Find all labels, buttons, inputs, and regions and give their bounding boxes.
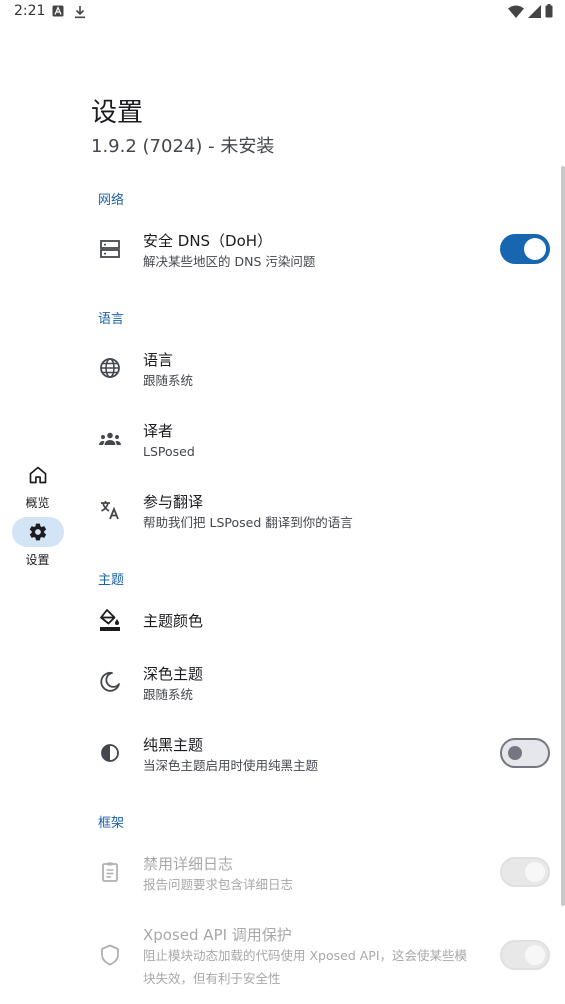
section-header-network: 网络 — [98, 193, 125, 208]
toggle-knob — [524, 238, 546, 260]
pref-language[interactable]: 语言 跟随系统 — [90, 337, 565, 399]
moon-icon — [100, 671, 120, 692]
signal-icon — [528, 4, 541, 18]
pref-translate-title: 参与翻译 — [143, 493, 204, 511]
status-time: 2:21 — [14, 3, 46, 19]
toggle-knob — [525, 862, 545, 882]
pref-dark-theme[interactable]: 深色主题 跟随系统 — [90, 651, 565, 713]
pref-xposed-api[interactable]: Xposed API 调用保护 阻止模块动态加载的代码使用 Xposed API… — [90, 912, 565, 996]
pref-doh-title: 安全 DNS（DoH） — [143, 232, 273, 250]
pref-black-theme-title: 纯黑主题 — [143, 736, 204, 754]
font-a-icon — [52, 5, 64, 17]
verbose-log-toggle[interactable] — [500, 857, 550, 887]
dns-icon — [100, 240, 120, 258]
pref-xposed-api-summary-line1: 阻止模块动态加载的代码使用 Xposed API，这会使某些模 — [143, 948, 468, 963]
page-title: 设置 — [91, 98, 144, 128]
shield-icon — [101, 944, 119, 966]
pref-doh[interactable]: 安全 DNS（DoH） 解决某些地区的 DNS 污染问题 — [90, 218, 565, 280]
pref-dark-theme-title: 深色主题 — [143, 665, 204, 683]
pref-black-theme-summary: 当深色主题启用时使用纯黑主题 — [143, 758, 319, 773]
group-icon — [99, 432, 121, 445]
pref-verbose-log-summary: 报告问题要求包含详细日志 — [143, 877, 294, 892]
pref-translators-title: 译者 — [143, 422, 174, 440]
globe-icon — [100, 358, 120, 378]
translate-icon — [101, 501, 119, 520]
wifi-icon — [508, 5, 524, 18]
pref-theme-color-title: 主题颜色 — [143, 612, 204, 630]
pref-verbose-log-title: 禁用详细日志 — [143, 855, 234, 873]
toggle-knob — [525, 945, 545, 965]
clipboard-icon — [102, 862, 118, 882]
nav-item-overview[interactable]: 概览 — [0, 460, 75, 511]
pref-theme-color[interactable]: 主题颜色 — [90, 598, 565, 642]
xposed-api-toggle[interactable] — [500, 940, 550, 970]
pref-dark-theme-summary: 跟随系统 — [143, 687, 194, 702]
home-icon — [29, 466, 46, 484]
status-bar: 2:21 — [0, 0, 565, 24]
paint-bucket-icon — [100, 609, 120, 631]
pref-black-theme[interactable]: 纯黑主题 当深色主题启用时使用纯黑主题 — [90, 722, 565, 784]
pref-doh-summary: 解决某些地区的 DNS 污染问题 — [143, 254, 316, 269]
nav-pill — [12, 460, 64, 490]
scrollbar[interactable] — [561, 166, 565, 906]
pref-verbose-log[interactable]: 禁用详细日志 报告问题要求包含详细日志 — [90, 841, 565, 903]
nav-label-settings: 设置 — [25, 553, 50, 567]
pref-xposed-api-summary-line2: 块失效，但有利于安全性 — [143, 971, 281, 986]
pref-language-title: 语言 — [143, 351, 174, 369]
pref-translators[interactable]: 译者 LSPosed — [90, 408, 565, 470]
pref-language-summary: 跟随系统 — [143, 373, 194, 388]
nav-label-overview: 概览 — [25, 496, 50, 510]
section-header-language: 语言 — [98, 312, 125, 327]
pref-xposed-api-title: Xposed API 调用保护 — [143, 926, 292, 944]
gear-icon — [29, 523, 46, 541]
contrast-icon — [101, 744, 119, 762]
nav-pill-active — [11, 517, 64, 547]
pref-translate[interactable]: 参与翻译 帮助我们把 LSPosed 翻译到你的语言 — [90, 479, 565, 541]
section-header-framework: 框架 — [98, 816, 125, 831]
pref-translate-summary: 帮助我们把 LSPosed 翻译到你的语言 — [143, 515, 353, 530]
section-header-theme: 主题 — [98, 573, 125, 588]
nav-item-settings[interactable]: 设置 — [0, 517, 75, 568]
toggle-knob — [508, 746, 522, 760]
battery-icon — [545, 4, 553, 18]
doh-toggle[interactable] — [500, 234, 550, 264]
pref-translators-summary: LSPosed — [143, 444, 195, 459]
black-theme-toggle[interactable] — [500, 738, 550, 768]
download-icon — [75, 6, 85, 19]
page-subtitle: 1.9.2 (7024) - 未安装 — [91, 136, 275, 157]
